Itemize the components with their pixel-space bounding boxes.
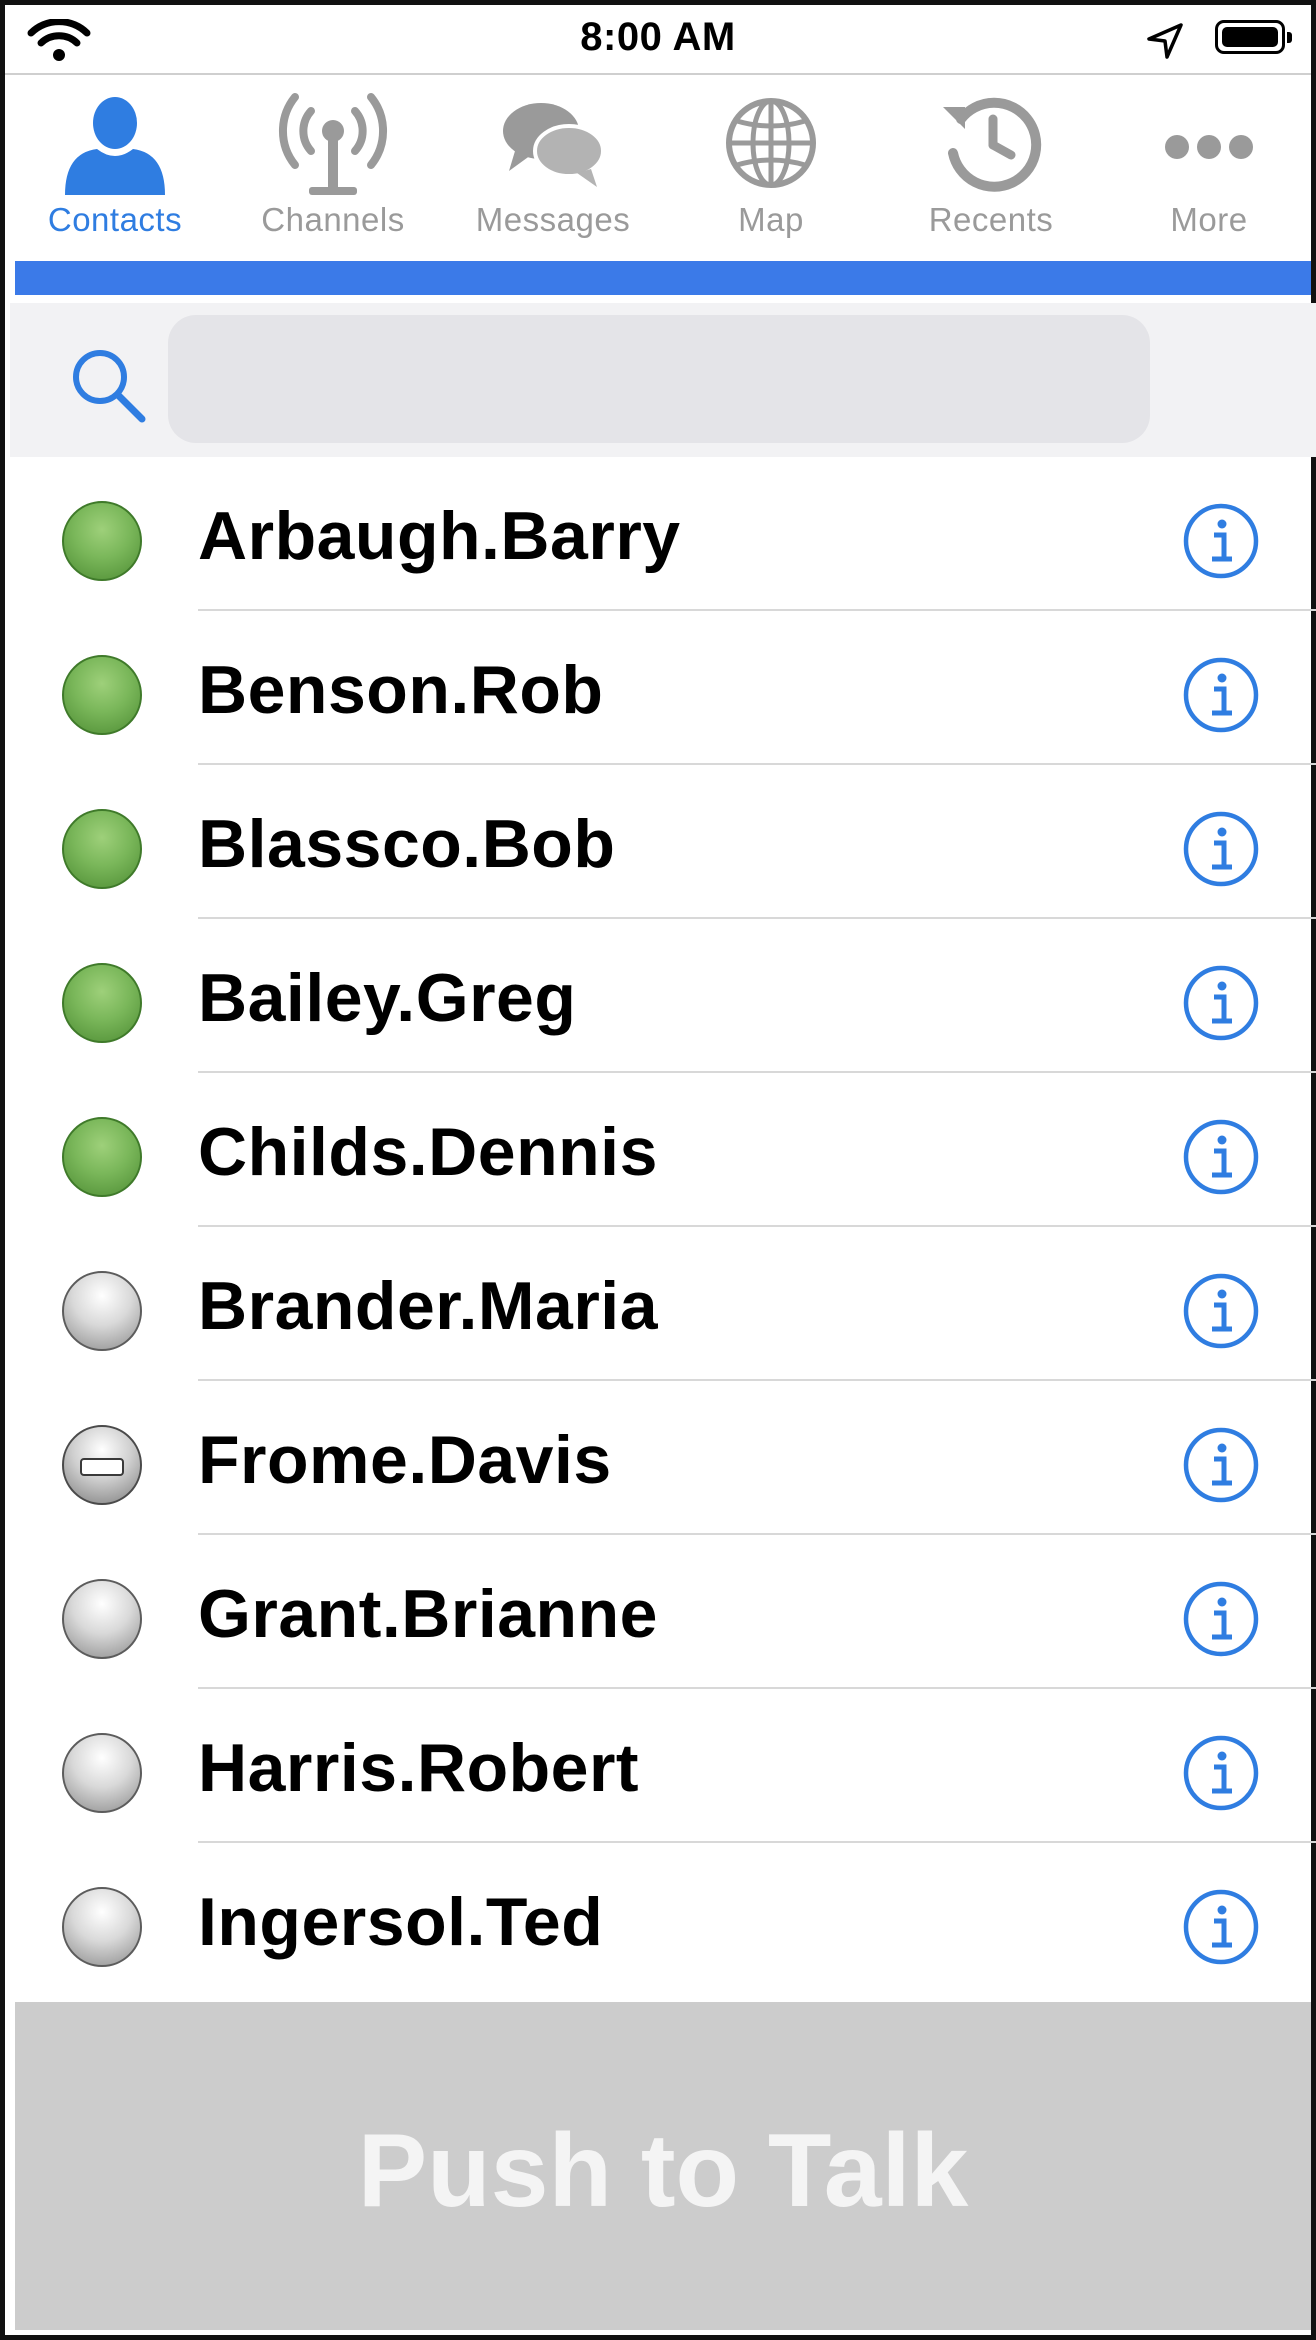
tab-channels[interactable]: Channels [233, 77, 433, 255]
contact-row-benson-rob[interactable]: Benson.Rob [10, 611, 1316, 765]
info-icon[interactable] [1182, 656, 1260, 734]
tab-label: Contacts [47, 201, 183, 238]
status-do-not-disturb-icon [62, 1425, 142, 1505]
tab-label: Recents [928, 201, 1054, 238]
contact-row-blassco-bob[interactable]: Blassco.Bob [10, 765, 1316, 919]
search-input[interactable] [168, 315, 1150, 443]
tab-map[interactable]: Map [671, 77, 871, 255]
contact-row-childs-dennis[interactable]: Childs.Dennis [10, 1073, 1316, 1227]
contact-row-harris-robert[interactable]: Harris.Robert [10, 1689, 1316, 1843]
phone-frame: 8:00 AM Contacts Channels Messages Map R… [0, 0, 1316, 2340]
contact-name: Blassco.Bob [198, 806, 616, 882]
tab-label: More [1170, 201, 1248, 238]
status-time: 8:00 AM [580, 15, 736, 59]
tab-bar: Contacts Channels Messages Map Recents M… [5, 77, 1311, 255]
contact-row-bailey-greg[interactable]: Bailey.Greg [10, 919, 1316, 1073]
contact-name: Harris.Robert [198, 1730, 640, 1806]
contact-name: Childs.Dennis [198, 1114, 658, 1190]
info-icon[interactable] [1182, 1734, 1260, 1812]
contact-row-ingersol-ted[interactable]: Ingersol.Ted [10, 1843, 1316, 1997]
tab-messages[interactable]: Messages [453, 77, 653, 255]
contact-name: Frome.Davis [198, 1422, 612, 1498]
contact-name: Grant.Brianne [198, 1576, 658, 1652]
history-clock-icon [943, 97, 1042, 192]
tab-label: Messages [475, 201, 631, 238]
contact-name: Benson.Rob [198, 652, 604, 728]
info-icon[interactable] [1182, 502, 1260, 580]
contact-row-grant-brianne[interactable]: Grant.Brianne [10, 1535, 1316, 1689]
ellipsis-icon [1165, 135, 1253, 159]
contact-name: Brander.Maria [198, 1268, 659, 1344]
contact-name: Bailey.Greg [198, 960, 577, 1036]
person-icon [65, 97, 165, 195]
tab-label: Channels [261, 201, 405, 238]
battery-icon [1215, 20, 1292, 54]
push-to-talk-button[interactable]: Push to Talk [15, 2002, 1311, 2330]
tab-more[interactable]: More [1109, 77, 1309, 255]
status-available-icon [62, 963, 142, 1043]
contact-row-brander-maria[interactable]: Brander.Maria [10, 1227, 1316, 1381]
info-icon[interactable] [1182, 1888, 1260, 1966]
globe-icon [726, 98, 816, 188]
contact-row-arbaugh-barry[interactable]: Arbaugh.Barry [10, 457, 1316, 611]
status-offline-icon [62, 1579, 142, 1659]
search-bar [10, 303, 1316, 457]
antenna-icon [279, 93, 387, 195]
info-icon[interactable] [1182, 810, 1260, 888]
push-to-talk-label: Push to Talk [357, 2113, 969, 2229]
status-divider [5, 73, 1311, 75]
tab-recents[interactable]: Recents [891, 77, 1091, 255]
status-available-icon [62, 1117, 142, 1197]
status-available-icon [62, 655, 142, 735]
info-icon[interactable] [1182, 964, 1260, 1042]
contact-name: Arbaugh.Barry [198, 498, 681, 574]
info-icon[interactable] [1182, 1426, 1260, 1504]
active-tab-underline [15, 261, 1311, 295]
contacts-list: Arbaugh.Barry Benson.Rob Blassco.Bob Bai… [10, 457, 1316, 1997]
contact-name: Ingersol.Ted [198, 1884, 604, 1960]
tab-contacts[interactable]: Contacts [15, 77, 215, 255]
status-offline-icon [62, 1271, 142, 1351]
chat-bubbles-icon [503, 103, 605, 187]
contact-row-frome-davis[interactable]: Frome.Davis [10, 1381, 1316, 1535]
status-offline-icon [62, 1887, 142, 1967]
tab-label: Map [738, 201, 804, 238]
search-icon[interactable] [66, 343, 152, 429]
status-bar: 8:00 AM [5, 5, 1311, 71]
status-offline-icon [62, 1733, 142, 1813]
info-icon[interactable] [1182, 1272, 1260, 1350]
location-arrow-icon [1147, 23, 1183, 59]
info-icon[interactable] [1182, 1118, 1260, 1196]
info-icon[interactable] [1182, 1580, 1260, 1658]
status-available-icon [62, 501, 142, 581]
status-available-icon [62, 809, 142, 889]
